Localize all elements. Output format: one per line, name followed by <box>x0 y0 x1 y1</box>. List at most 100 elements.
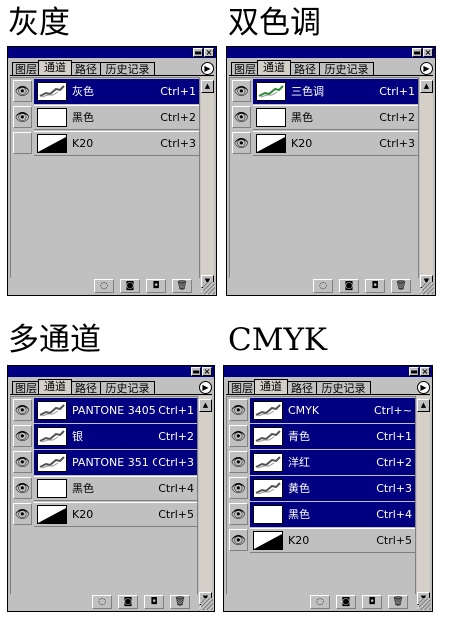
tab-history[interactable]: 历史记录 <box>316 381 371 394</box>
save-selection-button[interactable]: ◙ <box>336 595 356 609</box>
minimize-icon[interactable]: ▬ <box>191 367 201 376</box>
channel-item[interactable]: CMYK Ctrl+~ <box>250 398 415 423</box>
channel-row[interactable]: 👁 灰色 Ctrl+1 <box>11 78 199 104</box>
channel-row[interactable]: 👁PANTONE 351 CVCCtrl+3 <box>11 449 197 475</box>
visibility-toggle[interactable]: 👁 <box>13 451 32 473</box>
load-selection-button[interactable]: ◌ <box>94 279 114 293</box>
tab-layers[interactable]: 图层 <box>12 381 40 394</box>
panel-title-bar[interactable]: ▬ × <box>8 366 214 377</box>
vertical-scrollbar[interactable]: ▲▼ <box>420 77 433 289</box>
channel-row[interactable]: 👁 黑色 Ctrl+2 <box>230 104 418 130</box>
save-selection-button[interactable]: ◙ <box>118 595 138 609</box>
scroll-up-icon[interactable]: ▲ <box>420 80 433 93</box>
tab-layers[interactable]: 图层 <box>12 62 40 75</box>
tab-history[interactable]: 历史记录 <box>100 381 155 394</box>
visibility-toggle[interactable]: 👁 <box>229 425 248 447</box>
vertical-scrollbar[interactable]: ▲▼ <box>199 396 212 606</box>
channel-row[interactable]: 👁 黄色 Ctrl+3 <box>227 475 415 501</box>
panel-title-bar[interactable]: ▬ × <box>8 47 216 58</box>
channel-row[interactable]: 👁 黑色 Ctrl+4 <box>227 501 415 527</box>
channel-item[interactable]: 黑色 Ctrl+2 <box>34 105 199 130</box>
tab-paths[interactable]: 路径 <box>290 62 320 75</box>
resize-grip[interactable] <box>203 282 215 294</box>
close-icon[interactable]: × <box>420 367 430 376</box>
channel-row[interactable]: 👁 K20 Ctrl+3 <box>230 130 418 156</box>
visibility-toggle[interactable]: 👁 <box>232 80 251 102</box>
panel-title-bar[interactable]: ▬ × <box>224 366 432 377</box>
load-selection-button[interactable]: ◌ <box>310 595 330 609</box>
tab-channels[interactable]: 通道 <box>38 379 72 395</box>
channel-row[interactable]: 👁 青色 Ctrl+1 <box>227 423 415 449</box>
channel-row[interactable]: 👁 黑色 Ctrl+2 <box>11 104 199 130</box>
channel-item[interactable]: 青色 Ctrl+1 <box>250 424 415 449</box>
channel-item[interactable]: 黑色 Ctrl+4 <box>250 502 415 527</box>
delete-channel-button[interactable]: 🗑 <box>170 595 190 609</box>
delete-channel-button[interactable]: 🗑 <box>388 595 408 609</box>
tab-history[interactable]: 历史记录 <box>100 62 155 75</box>
tab-channels[interactable]: 通道 <box>38 60 72 76</box>
visibility-toggle[interactable] <box>13 132 32 154</box>
channel-item[interactable]: 三色调 Ctrl+1 <box>253 79 418 104</box>
tab-paths[interactable]: 路径 <box>71 62 101 75</box>
channel-item[interactable]: PANTONE 351 CVCCtrl+3 <box>34 450 197 475</box>
channel-row[interactable]: K20 Ctrl+3 <box>11 130 199 156</box>
channel-row[interactable]: 👁 三色调 Ctrl+1 <box>230 78 418 104</box>
channel-item[interactable]: 银 Ctrl+2 <box>34 424 197 449</box>
tab-channels[interactable]: 通道 <box>254 379 288 395</box>
visibility-toggle[interactable]: 👁 <box>229 529 248 551</box>
channel-row[interactable]: 👁 洋红 Ctrl+2 <box>227 449 415 475</box>
new-channel-button[interactable]: ◘ <box>362 595 382 609</box>
close-icon[interactable]: × <box>202 367 212 376</box>
resize-grip[interactable] <box>201 598 213 610</box>
visibility-toggle[interactable]: 👁 <box>232 106 251 128</box>
minimize-icon[interactable]: ▬ <box>412 48 422 57</box>
save-selection-button[interactable]: ◙ <box>120 279 140 293</box>
channel-row[interactable]: 👁 银 Ctrl+2 <box>11 423 197 449</box>
panel-menu-arrow-icon[interactable]: ▶ <box>199 381 212 394</box>
channel-item[interactable]: PANTONE 3405 ...Ctrl+1 <box>34 398 197 423</box>
resize-grip[interactable] <box>422 282 434 294</box>
visibility-toggle[interactable]: 👁 <box>13 503 32 525</box>
scroll-up-icon[interactable]: ▲ <box>417 399 430 412</box>
channel-row[interactable]: 👁 K20 Ctrl+5 <box>227 527 415 553</box>
channel-item[interactable]: 黑色 Ctrl+2 <box>253 105 418 130</box>
minimize-icon[interactable]: ▬ <box>409 367 419 376</box>
resize-grip[interactable] <box>419 598 431 610</box>
visibility-toggle[interactable]: 👁 <box>229 477 248 499</box>
save-selection-button[interactable]: ◙ <box>339 279 359 293</box>
minimize-icon[interactable]: ▬ <box>193 48 203 57</box>
visibility-toggle[interactable]: 👁 <box>13 80 32 102</box>
visibility-toggle[interactable]: 👁 <box>229 451 248 473</box>
panel-menu-arrow-icon[interactable]: ▶ <box>417 381 430 394</box>
visibility-toggle[interactable]: 👁 <box>229 399 248 421</box>
scroll-up-icon[interactable]: ▲ <box>199 399 212 412</box>
load-selection-button[interactable]: ◌ <box>92 595 112 609</box>
channel-row[interactable]: 👁 K20 Ctrl+5 <box>11 501 197 527</box>
panel-title-bar[interactable]: ▬ × <box>227 47 435 58</box>
channel-row[interactable]: 👁 黑色 Ctrl+4 <box>11 475 197 501</box>
close-icon[interactable]: × <box>423 48 433 57</box>
visibility-toggle[interactable]: 👁 <box>13 425 32 447</box>
channel-item[interactable]: K20 Ctrl+5 <box>250 528 415 553</box>
channel-row[interactable]: 👁 CMYK Ctrl+~ <box>227 397 415 423</box>
tab-paths[interactable]: 路径 <box>71 381 101 394</box>
new-channel-button[interactable]: ◘ <box>365 279 385 293</box>
visibility-toggle[interactable]: 👁 <box>13 399 32 421</box>
visibility-toggle[interactable]: 👁 <box>13 477 32 499</box>
tab-layers[interactable]: 图层 <box>228 381 256 394</box>
channel-item[interactable]: K20 Ctrl+3 <box>253 131 418 156</box>
channel-row[interactable]: 👁PANTONE 3405 ...Ctrl+1 <box>11 397 197 423</box>
tab-paths[interactable]: 路径 <box>287 381 317 394</box>
visibility-toggle[interactable]: 👁 <box>232 132 251 154</box>
channel-item[interactable]: K20 Ctrl+5 <box>34 502 197 527</box>
new-channel-button[interactable]: ◘ <box>146 279 166 293</box>
channel-item[interactable]: 黑色 Ctrl+4 <box>34 476 197 501</box>
tab-history[interactable]: 历史记录 <box>319 62 374 75</box>
delete-channel-button[interactable]: 🗑 <box>391 279 411 293</box>
delete-channel-button[interactable]: 🗑 <box>172 279 192 293</box>
channel-item[interactable]: 灰色 Ctrl+1 <box>34 79 199 104</box>
visibility-toggle[interactable]: 👁 <box>229 503 248 525</box>
tab-layers[interactable]: 图层 <box>231 62 259 75</box>
close-icon[interactable]: × <box>204 48 214 57</box>
tab-channels[interactable]: 通道 <box>257 60 291 76</box>
